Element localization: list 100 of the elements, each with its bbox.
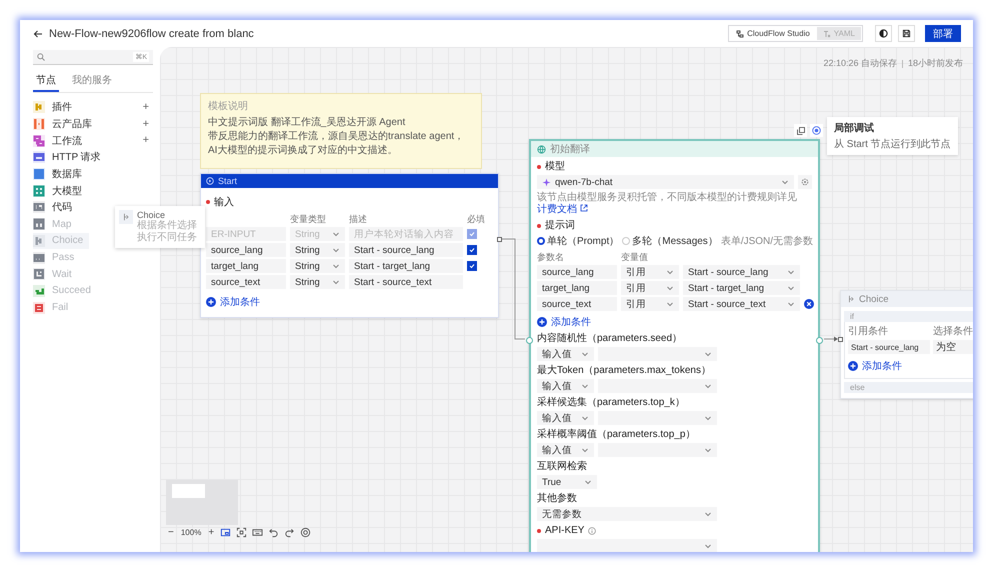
select-field[interactable] (537, 539, 717, 552)
sitemap-icon (736, 30, 744, 38)
add-button[interactable]: + (138, 102, 153, 113)
add-button[interactable]: + (138, 118, 153, 130)
zoom-out-button[interactable]: − (166, 527, 176, 538)
toolbar-button[interactable] (267, 526, 280, 539)
node-list-item[interactable]: HTTP 请求 (33, 149, 107, 166)
select-field[interactable]: String (290, 275, 345, 289)
column-header: 参数名 (537, 251, 565, 263)
variable-name-field[interactable]: target_lang (206, 259, 286, 273)
select-field[interactable]: True (537, 475, 597, 489)
select-field[interactable]: Start - source_text (683, 297, 800, 311)
preview-title: Choice (137, 210, 166, 220)
description-field[interactable]: Start - target_lang (349, 259, 463, 273)
fork-icon (122, 213, 130, 221)
required-checkbox[interactable] (467, 261, 477, 271)
select-field[interactable]: 引用 (621, 281, 679, 295)
select-field[interactable]: 输入值 (537, 411, 594, 425)
field-label: API-KEY (545, 525, 584, 537)
variable-name-field[interactable]: source_lang (206, 243, 286, 257)
select-field[interactable]: 引用 (621, 297, 679, 311)
input-port[interactable] (526, 337, 533, 344)
settings-icon (801, 178, 810, 186)
copy-button[interactable] (794, 124, 807, 137)
info-icon[interactable] (588, 527, 596, 535)
deploy-button[interactable]: 部署 (925, 25, 961, 42)
globe-icon (537, 144, 546, 154)
parameter-name-field[interactable]: source_text (537, 297, 617, 311)
input-port[interactable] (838, 337, 843, 342)
target-icon (812, 126, 821, 135)
contrast-button[interactable] (875, 25, 892, 42)
node-list-item[interactable]: 代码 (33, 199, 78, 216)
select-field[interactable] (598, 379, 717, 393)
toolbar-button[interactable] (219, 526, 232, 539)
plus-circle-icon (537, 317, 547, 327)
add-condition-link[interactable]: 添加条件 (537, 315, 591, 329)
select-field[interactable] (598, 411, 717, 425)
select-field[interactable]: String (290, 259, 345, 273)
toolbar-button[interactable] (299, 526, 312, 539)
variable-name-field[interactable]: source_text (206, 275, 286, 289)
debug-run-button[interactable] (810, 124, 823, 137)
select-field[interactable]: String (290, 243, 345, 257)
node-list-item[interactable]: 数据库 (33, 166, 88, 182)
sidebar-tab[interactable]: 我的服务 (69, 71, 115, 92)
description-field[interactable]: Start - source_text (349, 275, 463, 289)
select-field[interactable]: 输入值 (537, 379, 594, 393)
radio-button[interactable] (537, 237, 545, 245)
keyboard-icon (252, 527, 264, 538)
node-list-item[interactable]: 插件 (33, 99, 78, 116)
select-field[interactable]: Start - target_lang (683, 281, 800, 295)
sidebar-tab[interactable]: 节点 (33, 71, 59, 92)
select-field[interactable] (598, 347, 717, 361)
select-field[interactable]: 输入值 (537, 443, 594, 457)
back-arrow-icon[interactable] (33, 28, 43, 38)
chevron-icon (704, 382, 712, 390)
settings-button[interactable] (798, 175, 812, 189)
select-field[interactable] (598, 443, 717, 457)
fit-view-icon (236, 527, 248, 538)
parameter-name-field[interactable]: source_lang (537, 265, 617, 279)
node-title: Start (218, 176, 238, 186)
zoom-in-button[interactable]: + (206, 527, 216, 538)
description-field[interactable]: Start - source_lang (349, 243, 463, 257)
play-circle-icon (206, 177, 214, 185)
section-label: 输入 (214, 196, 234, 209)
sparkle-icon (542, 178, 551, 186)
select-field[interactable]: 无需参数 (537, 507, 717, 521)
toolbar-button[interactable] (235, 526, 248, 539)
output-port[interactable] (497, 237, 502, 242)
plus-circle-icon (848, 361, 858, 371)
node-list-item[interactable]: 工作流 (33, 132, 88, 149)
add-condition-link[interactable]: 添加条件 (848, 359, 902, 373)
zoom-level: 100% (180, 528, 202, 537)
save-icon (902, 29, 911, 38)
radio-option[interactable]: 单轮（Prompt） (537, 234, 620, 248)
column-header: 引用条件 (848, 325, 889, 338)
chevron-icon (581, 382, 589, 390)
required-checkbox[interactable] (467, 245, 477, 255)
add-condition-link[interactable]: 添加条件 (206, 295, 260, 309)
node-list-item[interactable]: 大模型 (33, 182, 88, 199)
note-text: 带反思能力的翻译工作流，源自吴恩达的translate agent， (208, 130, 466, 144)
select-field[interactable]: 输入值 (537, 347, 594, 361)
operator-field[interactable]: 为空 (933, 340, 973, 354)
checkmark-icon (469, 263, 475, 269)
prompt-note: 表单/JSON/无需参数 (720, 234, 814, 248)
note-text: AI大模型的提示词换成了对应的中文描述。 (208, 144, 398, 158)
remove-icon[interactable] (804, 299, 814, 309)
node-title: Choice (859, 294, 889, 304)
parameter-name-field[interactable]: target_lang (537, 281, 617, 295)
radio-option[interactable]: 多轮（Messages） (622, 234, 718, 248)
select-field[interactable]: Start - source_lang (683, 265, 800, 279)
checkmark-icon (469, 231, 475, 237)
reference-field[interactable]: Start - source_lang (848, 340, 930, 354)
toolbar-button[interactable] (283, 526, 296, 539)
add-button[interactable]: + (138, 135, 153, 146)
select-field[interactable]: 引用 (621, 265, 679, 279)
model-select[interactable]: qwen-7b-chat (537, 175, 794, 189)
save-button[interactable] (898, 25, 915, 42)
node-list-item[interactable]: 云产品库 (33, 116, 98, 132)
minimap-icon (220, 527, 232, 538)
doc-link[interactable]: 计费文档 (537, 204, 588, 215)
